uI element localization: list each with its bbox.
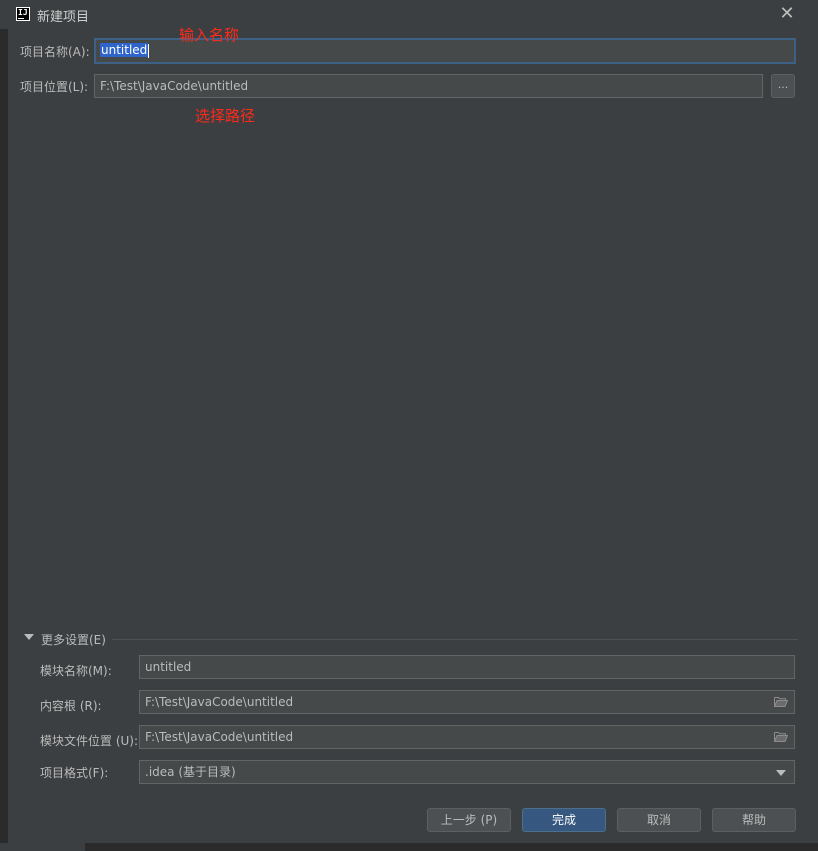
help-button[interactable]: 帮助 [712, 808, 796, 832]
project-name-label: 项目名称(A): [20, 45, 90, 59]
module-file-location-label: 模块文件位置 (U): [40, 734, 139, 748]
project-location-value: F:\Test\JavaCode\untitled [100, 79, 249, 93]
project-name-value: untitled [100, 43, 149, 57]
project-location-input[interactable]: F:\Test\JavaCode\untitled [94, 74, 763, 98]
window-bottom-edge-segment [0, 843, 85, 851]
finish-button[interactable]: 完成 [522, 808, 606, 832]
text-caret [148, 43, 150, 58]
folder-open-icon[interactable] [774, 696, 788, 707]
expand-collapse-triangle-icon[interactable] [24, 631, 36, 643]
project-location-label: 项目位置(L): [20, 80, 89, 94]
content-root-input[interactable]: F:\Test\JavaCode\untitled [139, 690, 795, 714]
title-bar: IJ 新建项目 ✕ [0, 0, 818, 29]
previous-button[interactable]: 上一步 (P) [427, 808, 511, 832]
module-name-value: untitled [145, 660, 192, 674]
content-root-value: F:\Test\JavaCode\untitled [145, 695, 294, 709]
dialog-title: 新建项目 [37, 10, 90, 25]
folder-open-icon[interactable] [774, 731, 788, 742]
window-bottom-edge [0, 843, 818, 851]
cancel-button[interactable]: 取消 [617, 808, 701, 832]
module-file-location-value: F:\Test\JavaCode\untitled [145, 730, 294, 744]
annotation-path-hint: 选择路径 [195, 107, 256, 125]
project-format-select[interactable]: .idea (基于目录) [139, 760, 795, 784]
project-format-label: 项目格式(F): [40, 766, 109, 780]
more-settings-toggle[interactable]: 更多设置(E) [41, 631, 106, 648]
browse-location-button[interactable]: ... [771, 74, 795, 98]
section-divider [112, 639, 798, 640]
chevron-down-icon [776, 770, 786, 776]
module-file-location-input[interactable]: F:\Test\JavaCode\untitled [139, 725, 795, 749]
annotation-name-hint: 输入名称 [179, 26, 240, 44]
content-root-label: 内容根 (R): [40, 699, 102, 713]
module-name-input[interactable]: untitled [139, 655, 795, 679]
project-format-value: .idea (基于目录) [145, 765, 236, 779]
module-name-label: 模块名称(M): [40, 664, 112, 678]
close-icon[interactable]: ✕ [778, 5, 796, 23]
new-project-dialog [0, 0, 818, 851]
intellij-app-icon: IJ [16, 7, 30, 21]
